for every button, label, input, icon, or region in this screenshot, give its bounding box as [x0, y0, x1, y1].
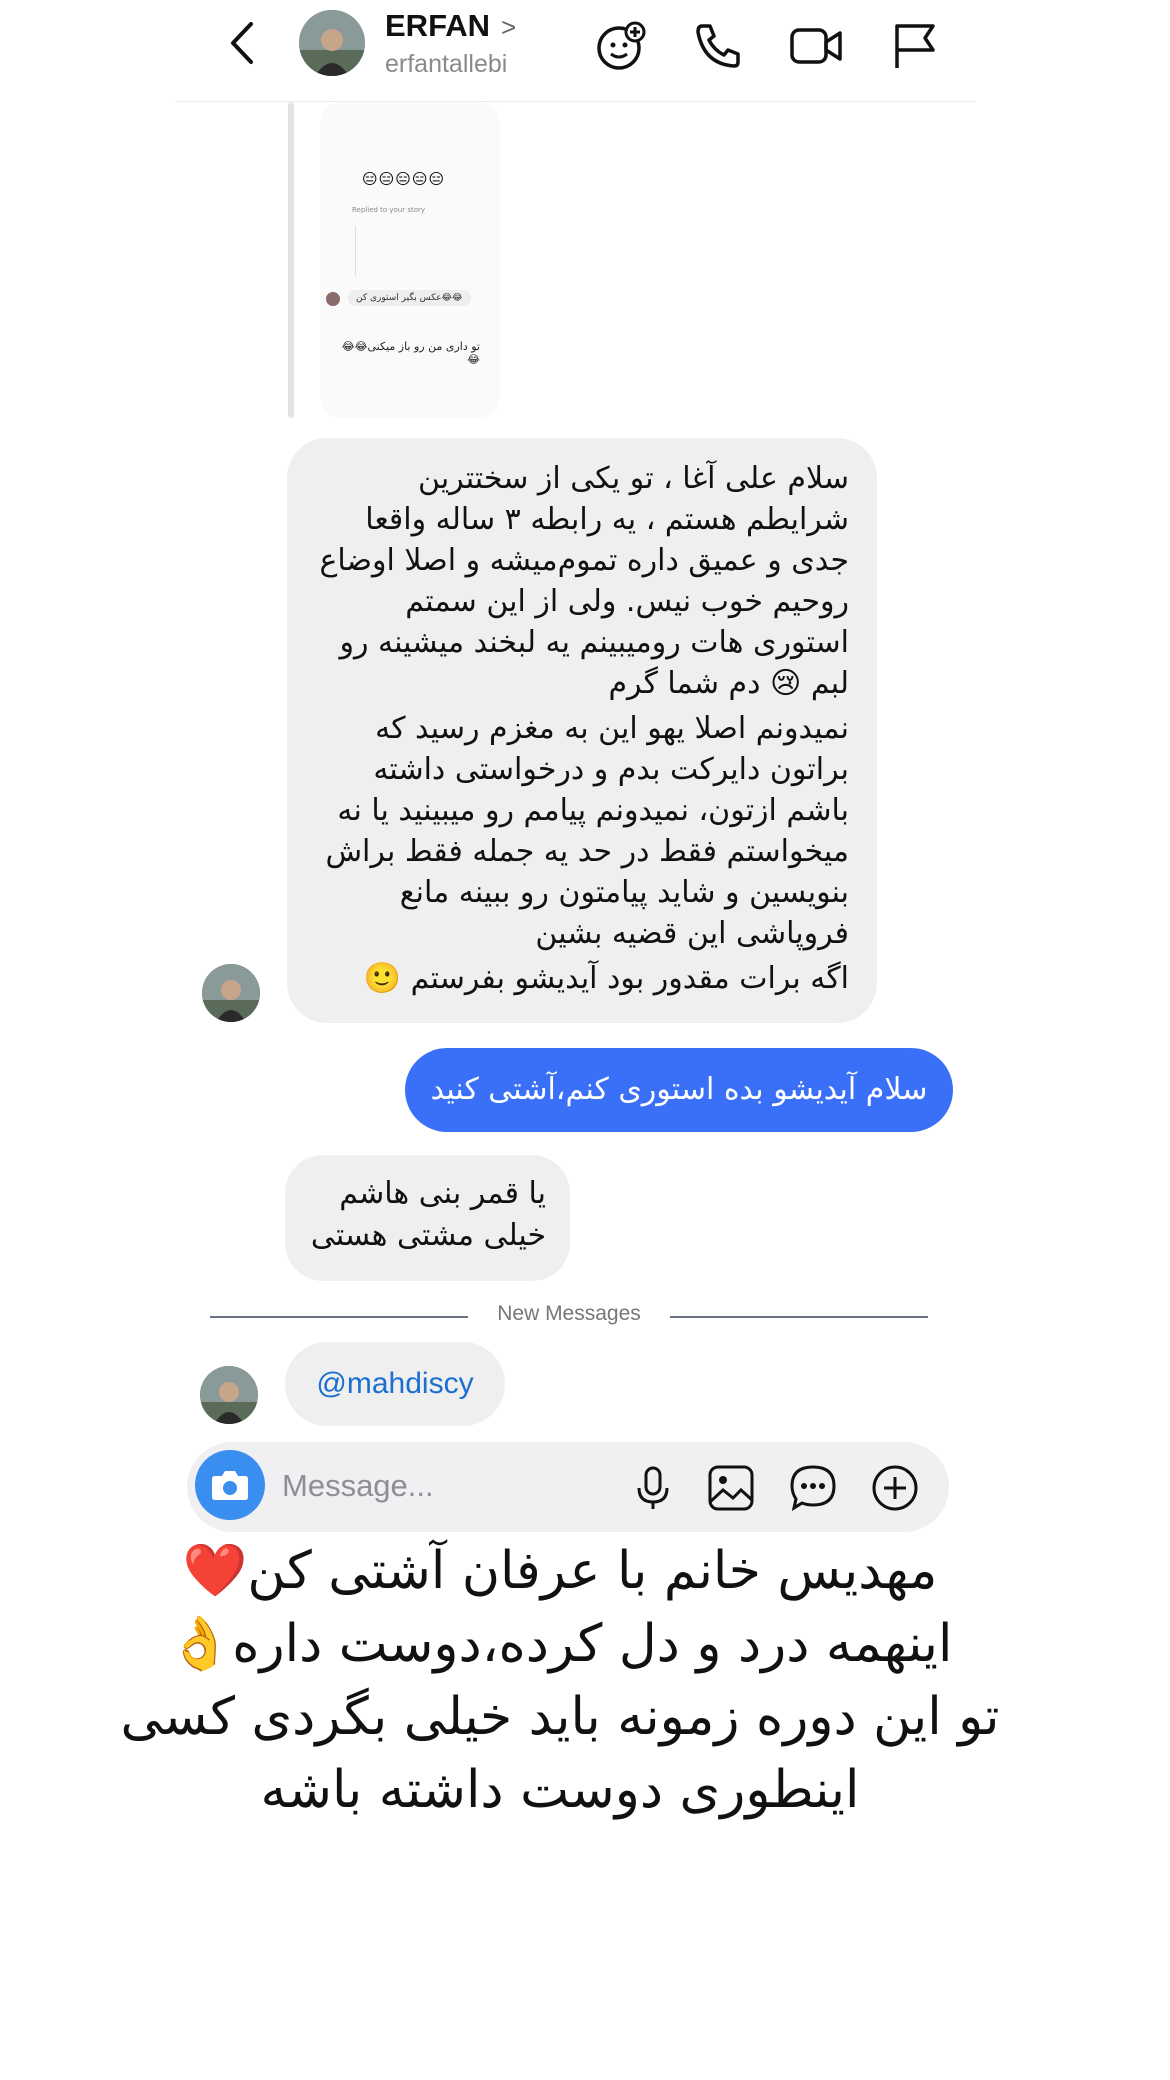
- message-input[interactable]: Message...: [282, 1468, 434, 1504]
- message-line: خیلی مشتی هستی: [310, 1218, 546, 1253]
- mention-message[interactable]: @mahdiscy: [285, 1342, 505, 1426]
- sticker-icon[interactable]: [787, 1462, 839, 1514]
- new-messages-divider: New Messages: [210, 1302, 928, 1332]
- story-preview-frame: [355, 226, 435, 276]
- caption-line: اینطوری دوست داشته باشه: [260, 1760, 860, 1820]
- avatar[interactable]: [299, 10, 365, 76]
- story-bottom-text: تو داری من رو باز میکنی😂😂😂: [341, 340, 480, 366]
- contact-name[interactable]: ERFAN: [385, 8, 490, 44]
- contact-username: erfantallebi: [385, 50, 508, 78]
- message-composer[interactable]: Message...: [187, 1442, 949, 1532]
- video-icon[interactable]: [788, 18, 844, 74]
- gallery-icon[interactable]: [705, 1462, 757, 1514]
- caption-line: تو این دوره زمونه باید خیلی بگردی کسی: [120, 1687, 1000, 1747]
- microphone-icon[interactable]: [627, 1462, 679, 1514]
- reply-indicator-line: [288, 102, 294, 418]
- plus-icon[interactable]: [869, 1462, 921, 1514]
- message-line: یا قمر بنی هاشم: [339, 1176, 546, 1211]
- caption-line: اینهمه درد و دل کرده،دوست داره👌: [167, 1614, 953, 1674]
- story-caption-line: Replied to your story: [352, 206, 426, 214]
- story-emoji-row: 😑😑😑😑😑: [362, 170, 446, 188]
- camera-icon[interactable]: [195, 1450, 265, 1520]
- sender-avatar[interactable]: [200, 1366, 258, 1424]
- effects-icon[interactable]: [593, 18, 649, 74]
- replied-story-thumbnail[interactable]: 😑😑😑😑😑 Replied to your story عکس بگیر است…: [320, 102, 500, 418]
- chevron-right-icon[interactable]: >: [501, 12, 516, 43]
- message-paragraph: نمیدونم اصلا یهو این به مغزم رسید که برا…: [325, 711, 849, 951]
- divider-line: [670, 1316, 928, 1318]
- message-paragraph: سلام علی آغا ، تو یکی از سختترین شرایطم …: [319, 461, 850, 701]
- story-pill: عکس بگیر استوری کن😂😂: [348, 290, 471, 306]
- incoming-message[interactable]: یا قمر بنی هاشم خیلی مشتی هستی: [285, 1155, 570, 1281]
- caption-line: مهدیس خانم با عرفان آشتی کن❤️: [182, 1541, 938, 1601]
- phone-icon[interactable]: [690, 18, 746, 74]
- outgoing-message[interactable]: سلام آیدیشو بده استوری کنم،آشتی کنید: [405, 1048, 953, 1132]
- flag-icon[interactable]: [887, 18, 943, 74]
- back-chevron-icon[interactable]: [223, 18, 263, 68]
- story-caption: مهدیس خانم با عرفان آشتی کن❤️ اینهمه درد…: [110, 1535, 1010, 1827]
- story-avatar: [326, 292, 340, 306]
- chat-header: ERFAN > erfantallebi: [175, 0, 975, 102]
- incoming-message-long[interactable]: سلام علی آغا ، تو یکی از سختترین شرایطم …: [287, 438, 877, 1023]
- divider-line: [210, 1316, 468, 1318]
- message-paragraph: اگه برات مقدور بود آیدیشو بفرستم 🙂: [363, 961, 849, 996]
- sender-avatar[interactable]: [202, 964, 260, 1022]
- message-thread[interactable]: 😑😑😑😑😑 Replied to your story عکس بگیر است…: [175, 102, 975, 1532]
- divider-label: New Messages: [497, 1302, 641, 1325]
